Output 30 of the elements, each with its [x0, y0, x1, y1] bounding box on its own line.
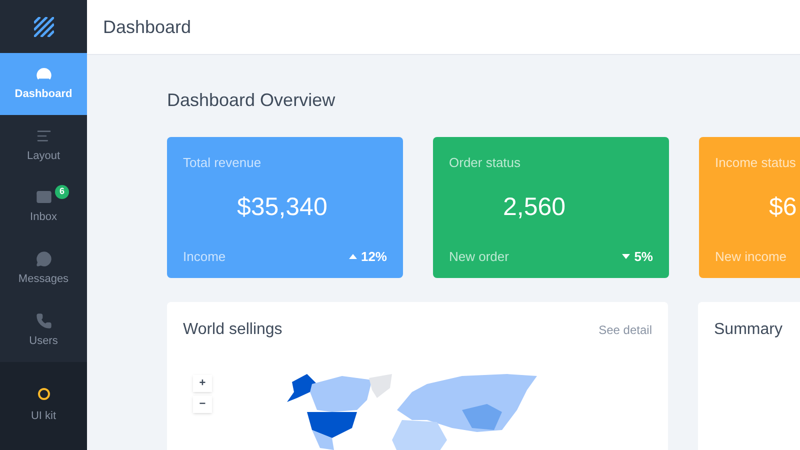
card-value: $6	[769, 192, 798, 222]
panel-title: World sellings	[183, 320, 282, 340]
zoom-in-button[interactable]: +	[193, 375, 212, 392]
nav-item[interactable]: Inbox 6	[0, 176, 87, 238]
card-title: Income status	[715, 154, 797, 172]
see-detail-link[interactable]: See detail	[598, 321, 652, 339]
striped-logo-icon	[34, 16, 54, 37]
phone-icon	[36, 312, 52, 329]
zoom-out-button[interactable]: −	[193, 396, 212, 413]
ring-icon	[38, 388, 50, 400]
card-value: $35,340	[237, 192, 328, 222]
header-title: Dashboard	[103, 16, 192, 38]
card-footer-label: Income	[183, 248, 226, 266]
nav-item[interactable]: Layout	[0, 114, 87, 177]
card-value: 2,560	[503, 192, 567, 222]
nav-item[interactable]: Messages	[0, 238, 87, 300]
change-value: 5%	[634, 248, 653, 266]
panel-title: Summary	[714, 321, 782, 338]
card-footer-label: New order	[449, 248, 509, 266]
count-badge: 6	[55, 184, 69, 199]
card-title: Order status	[449, 154, 522, 172]
change-value: 12%	[360, 248, 387, 266]
nav-item[interactable]: Users	[0, 300, 87, 362]
card-title: Total revenue	[183, 154, 262, 172]
card-footer-label: New income	[715, 248, 787, 266]
nav-item[interactable]: Dashboard	[0, 53, 87, 115]
speech-bubble-icon	[36, 251, 52, 268]
nav-item[interactable]: UI kit	[0, 362, 87, 450]
lines-icon	[36, 128, 52, 144]
page-title: Dashboard Overview	[167, 89, 336, 112]
